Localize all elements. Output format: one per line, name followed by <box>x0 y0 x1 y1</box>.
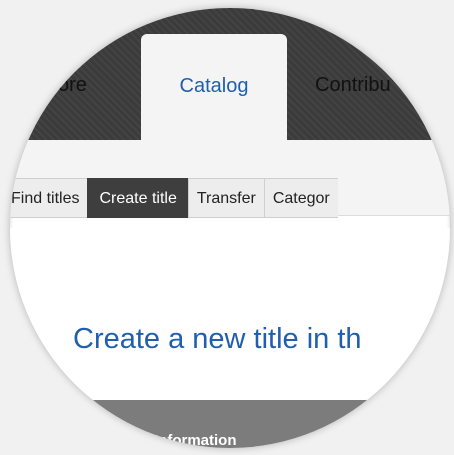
sub-navigation: Find titles Create title Transfer Catego… <box>10 178 450 218</box>
screenshot-frame: ore Catalog Contribu Find titles Create … <box>0 0 454 455</box>
top-nav-tab-contribute[interactable]: Contribu <box>315 74 391 97</box>
top-nav-tab-catalog-label: Catalog <box>179 75 249 97</box>
top-nav-tab-explore[interactable]: ore <box>58 74 87 97</box>
information-section-label: Information <box>154 432 237 448</box>
sub-nav-tab-find-titles[interactable]: Find titles <box>10 178 88 218</box>
sub-nav-tab-transfer[interactable]: Transfer <box>187 178 264 218</box>
top-nav-tab-catalog[interactable]: Catalog <box>141 34 287 154</box>
page-heading: Create a new title in th <box>73 323 362 355</box>
sub-nav-tab-create-title[interactable]: Create title <box>87 178 188 218</box>
sub-nav-tab-categories[interactable]: Categor <box>263 178 338 218</box>
magnifier-lens: ore Catalog Contribu Find titles Create … <box>10 8 450 448</box>
